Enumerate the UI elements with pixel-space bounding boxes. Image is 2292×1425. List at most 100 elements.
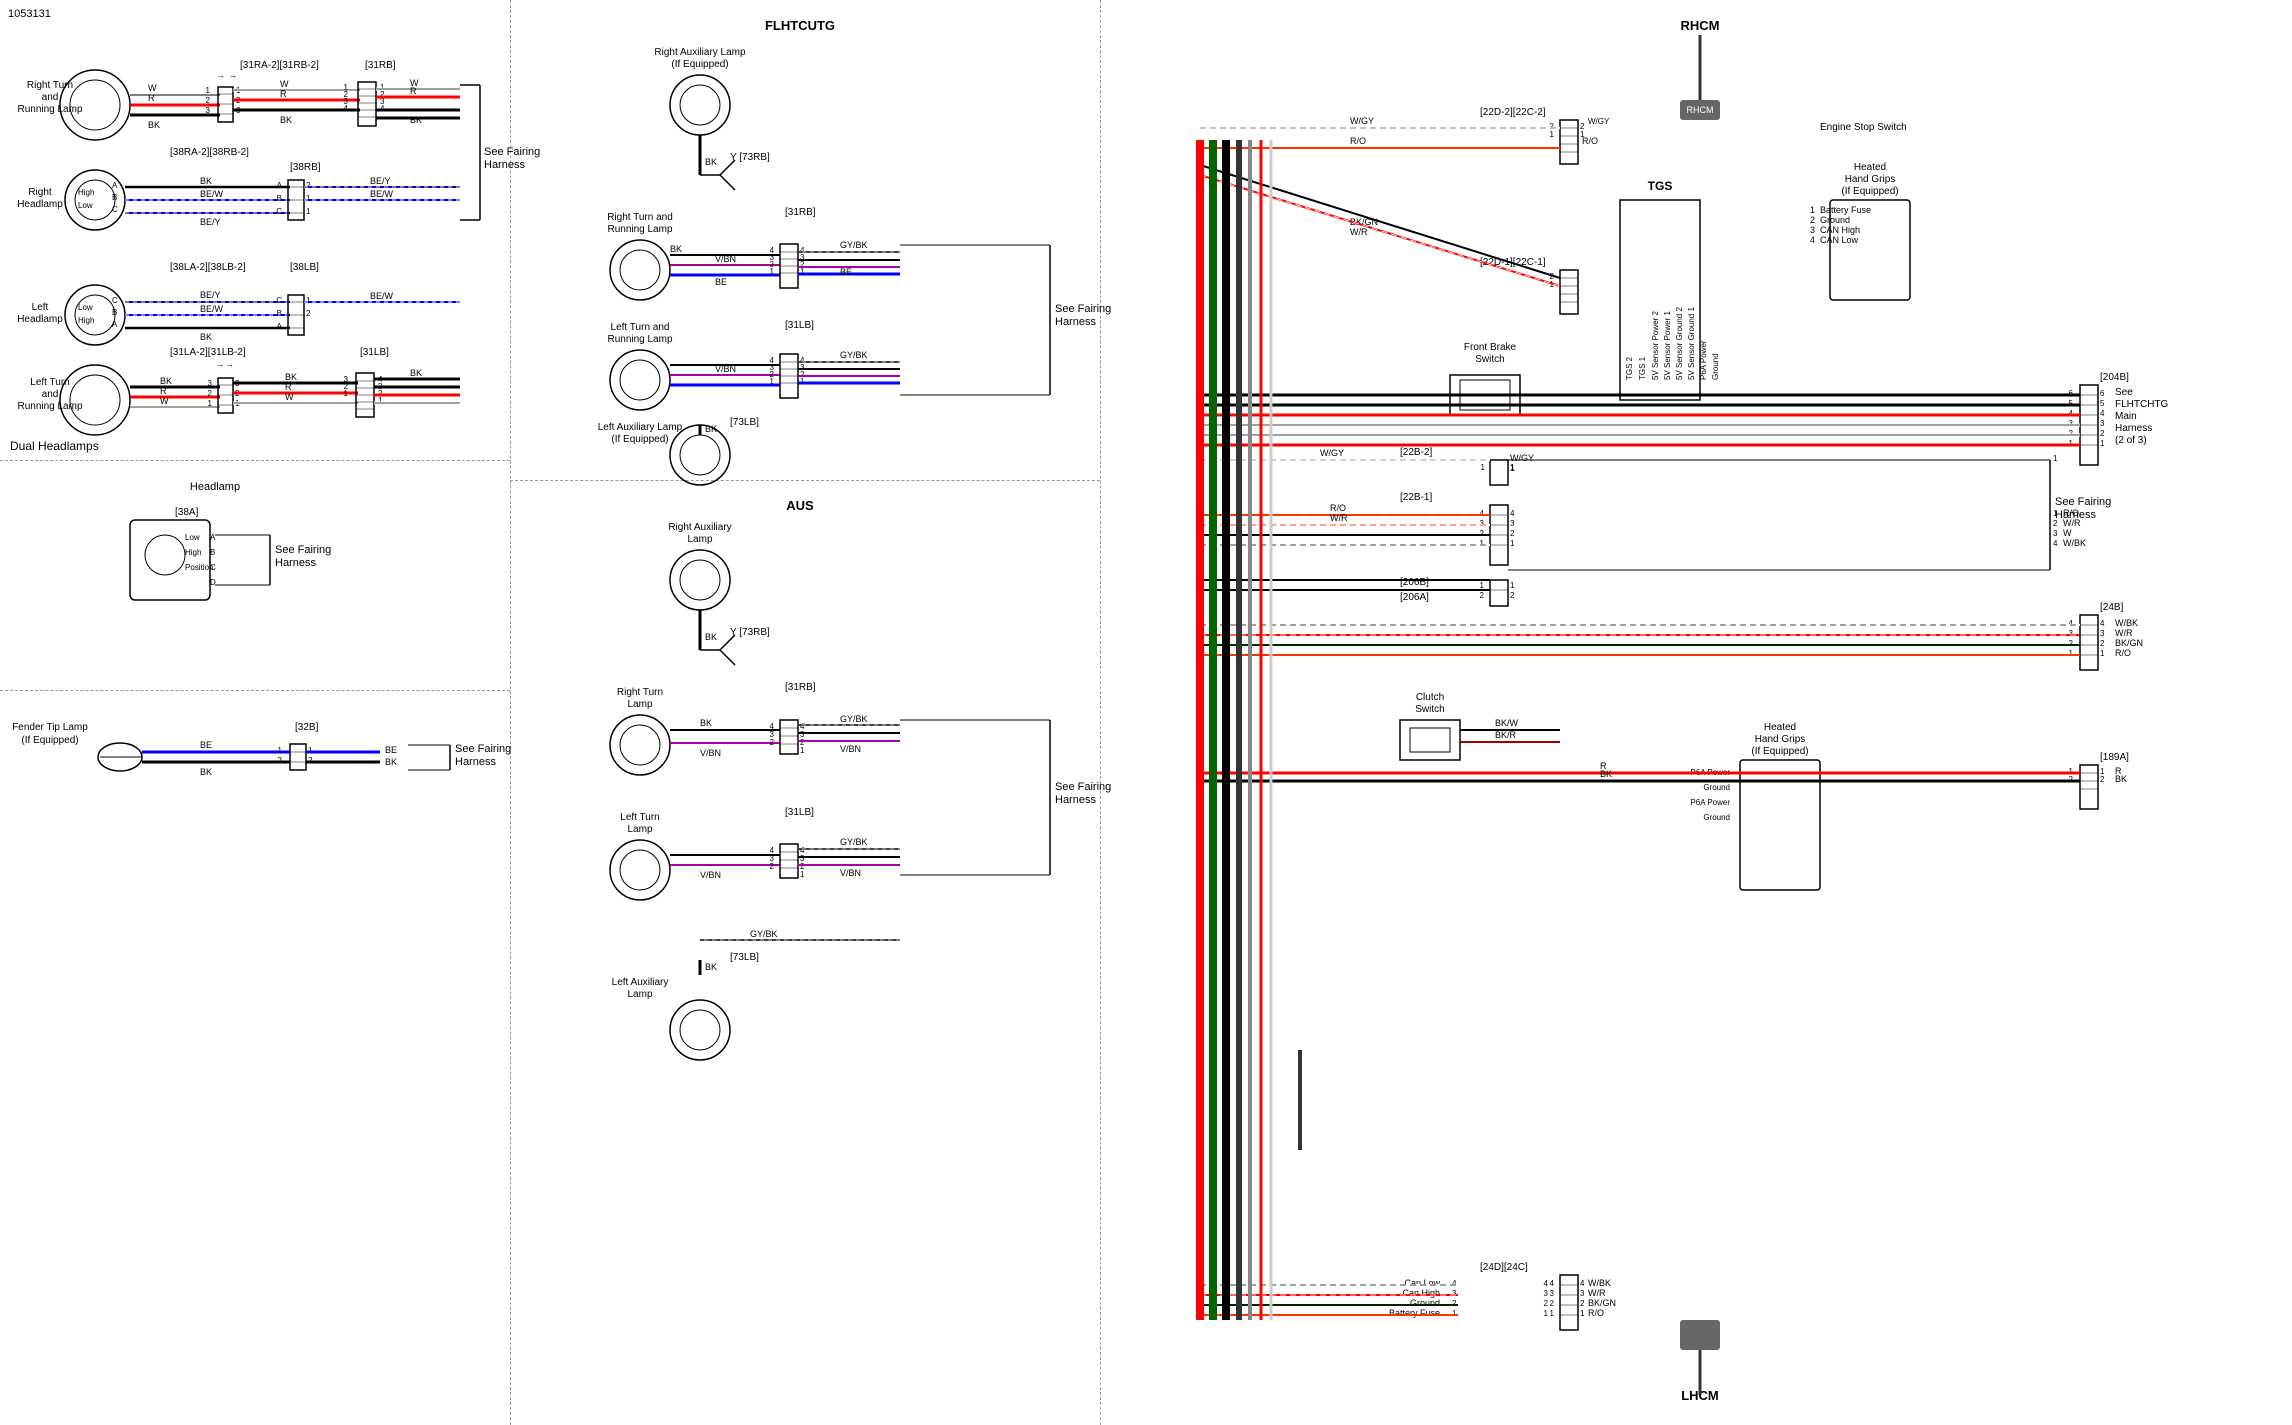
svg-text:2: 2 [1480,591,1485,600]
svg-text:W: W [285,392,294,402]
svg-text:W/R: W/R [1350,227,1368,237]
svg-text:V/BN: V/BN [700,748,721,758]
connector-38rb: [38RB] [290,162,321,173]
connector-31ra-2-31rb-2: [31RA-2][31RB-2] [240,60,319,71]
svg-text:C: C [276,207,282,216]
svg-text:1: 1 [1480,581,1485,590]
svg-text:6: 6 [2100,389,2105,398]
svg-text:R: R [280,89,287,99]
svg-text:A: A [112,320,118,329]
svg-text:R: R [148,93,155,103]
svg-text:Fender Tip Lamp: Fender Tip Lamp [12,722,88,733]
svg-text:BK: BK [705,424,717,434]
connector-206a: [206A] [1400,592,1429,603]
svg-text:B: B [112,308,117,317]
svg-text:2: 2 [2100,775,2105,784]
svg-text:2: 2 [2100,639,2105,648]
svg-text:3: 3 [2100,419,2105,428]
svg-text:Running Lamp: Running Lamp [17,401,82,412]
svg-text:1: 1 [1550,130,1555,139]
svg-text:BE/W: BE/W [370,291,394,301]
connector-189a: [189A] [2100,752,2129,763]
svg-text:4: 4 [2069,619,2074,628]
svg-text:Hand Grips: Hand Grips [1845,174,1896,185]
right-turn-lamp-label: Right Turn [27,80,73,91]
svg-text:1: 1 [2053,509,2058,518]
svg-text:Ground: Ground [1410,1298,1440,1308]
svg-text:2: 2 [2069,639,2074,648]
svg-text:D: D [210,578,216,587]
svg-text:R/O: R/O [1350,136,1366,146]
svg-text:Ground: Ground [1703,783,1730,792]
svg-text:W: W [2063,528,2072,538]
see-fairing-bottom-left: See Fairing [455,743,511,755]
svg-text:C: C [210,563,216,572]
connector-31la-31lb: [31LA-2][31LB-2] [170,347,246,358]
svg-text:BE/W: BE/W [200,189,224,199]
svg-text:TGS 1: TGS 1 [1638,356,1647,380]
svg-text:5V Sensor Power 1: 5V Sensor Power 1 [1663,311,1672,380]
svg-text:3: 3 [1550,1289,1555,1298]
svg-text:BK: BK [705,632,717,642]
right-aux-lamp-aus: Right Auxiliary [668,522,731,533]
svg-text:1: 1 [206,86,211,95]
svg-text:W/BK: W/BK [2115,618,2138,628]
svg-text:(2 of 3): (2 of 3) [2115,435,2147,446]
svg-text:BK: BK [2115,774,2127,784]
svg-text:BK: BK [1600,769,1612,779]
svg-text:GY/BK: GY/BK [840,714,868,724]
svg-text:Main: Main [2115,411,2137,422]
connector-38a: [38A] [175,507,199,518]
svg-text:5V Sensor Power 2: 5V Sensor Power 2 [1651,311,1660,380]
svg-text:R: R [285,382,292,392]
svg-text:Battery Fuse: Battery Fuse [1389,1308,1440,1318]
heated-hand-grips-bot: Heated [1764,722,1796,733]
svg-text:2: 2 [1452,1299,1457,1308]
connector-31rb-aus: [31RB] [785,682,816,693]
svg-text:→: → [215,359,224,369]
svg-text:V/BN: V/BN [700,870,721,880]
svg-text:Ground: Ground [1711,353,1720,380]
svg-text:2: 2 [770,862,775,871]
heated-hand-grips-top: Heated [1854,162,1886,173]
svg-text:FLHTCHTG: FLHTCHTG [2115,399,2169,410]
svg-text:5V Sensor Ground 1: 5V Sensor Ground 1 [1687,307,1696,380]
svg-text:1: 1 [306,296,311,305]
svg-text:3: 3 [1510,519,1515,528]
connector-22b2: [22B-2] [1400,447,1432,458]
svg-text:2: 2 [770,738,775,747]
svg-text:1: 1 [1544,1309,1549,1318]
svg-text:1: 1 [770,267,775,276]
clutch-switch-label: Clutch [1416,692,1444,703]
svg-text:(If Equipped): (If Equipped) [1841,186,1898,197]
connector-31lb: [31LB] [360,347,389,358]
svg-text:4: 4 [1452,1279,1457,1288]
svg-text:(If Equipped): (If Equipped) [671,59,728,70]
right-aux-lamp-top: Right Auxiliary Lamp [654,47,746,58]
svg-text:1: 1 [344,389,349,398]
svg-text:P6A Power: P6A Power [1690,798,1730,807]
svg-text:GY/BK: GY/BK [840,837,868,847]
svg-text:Harness: Harness [455,756,496,768]
svg-text:2: 2 [1550,1299,1555,1308]
svg-text:BK/GN: BK/GN [1588,1298,1616,1308]
svg-text:B: B [210,548,215,557]
svg-text:3: 3 [1452,1289,1457,1298]
svg-text:BE/W: BE/W [370,189,394,199]
svg-text:→: → [228,70,237,80]
left-turn-aus: Left Turn [620,812,659,823]
svg-text:BE/W: BE/W [200,304,224,314]
svg-text:2: 2 [208,389,213,398]
svg-text:BK: BK [280,115,292,125]
connector-73rb-top: Y [73RB] [730,152,770,163]
svg-text:Can High: Can High [1402,1288,1440,1298]
svg-text:and: and [42,92,59,103]
svg-text:W/GY: W/GY [1320,448,1344,458]
svg-text:BK: BK [705,157,717,167]
engine-stop-label: Engine Stop Switch [1820,122,1907,133]
svg-text:1: 1 [800,870,805,879]
svg-text:W/BK: W/BK [2063,538,2086,548]
svg-text:4: 4 [1480,509,1485,518]
right-turn-aus: Right Turn [617,687,663,698]
svg-text:Can Low: Can Low [1404,1278,1440,1288]
